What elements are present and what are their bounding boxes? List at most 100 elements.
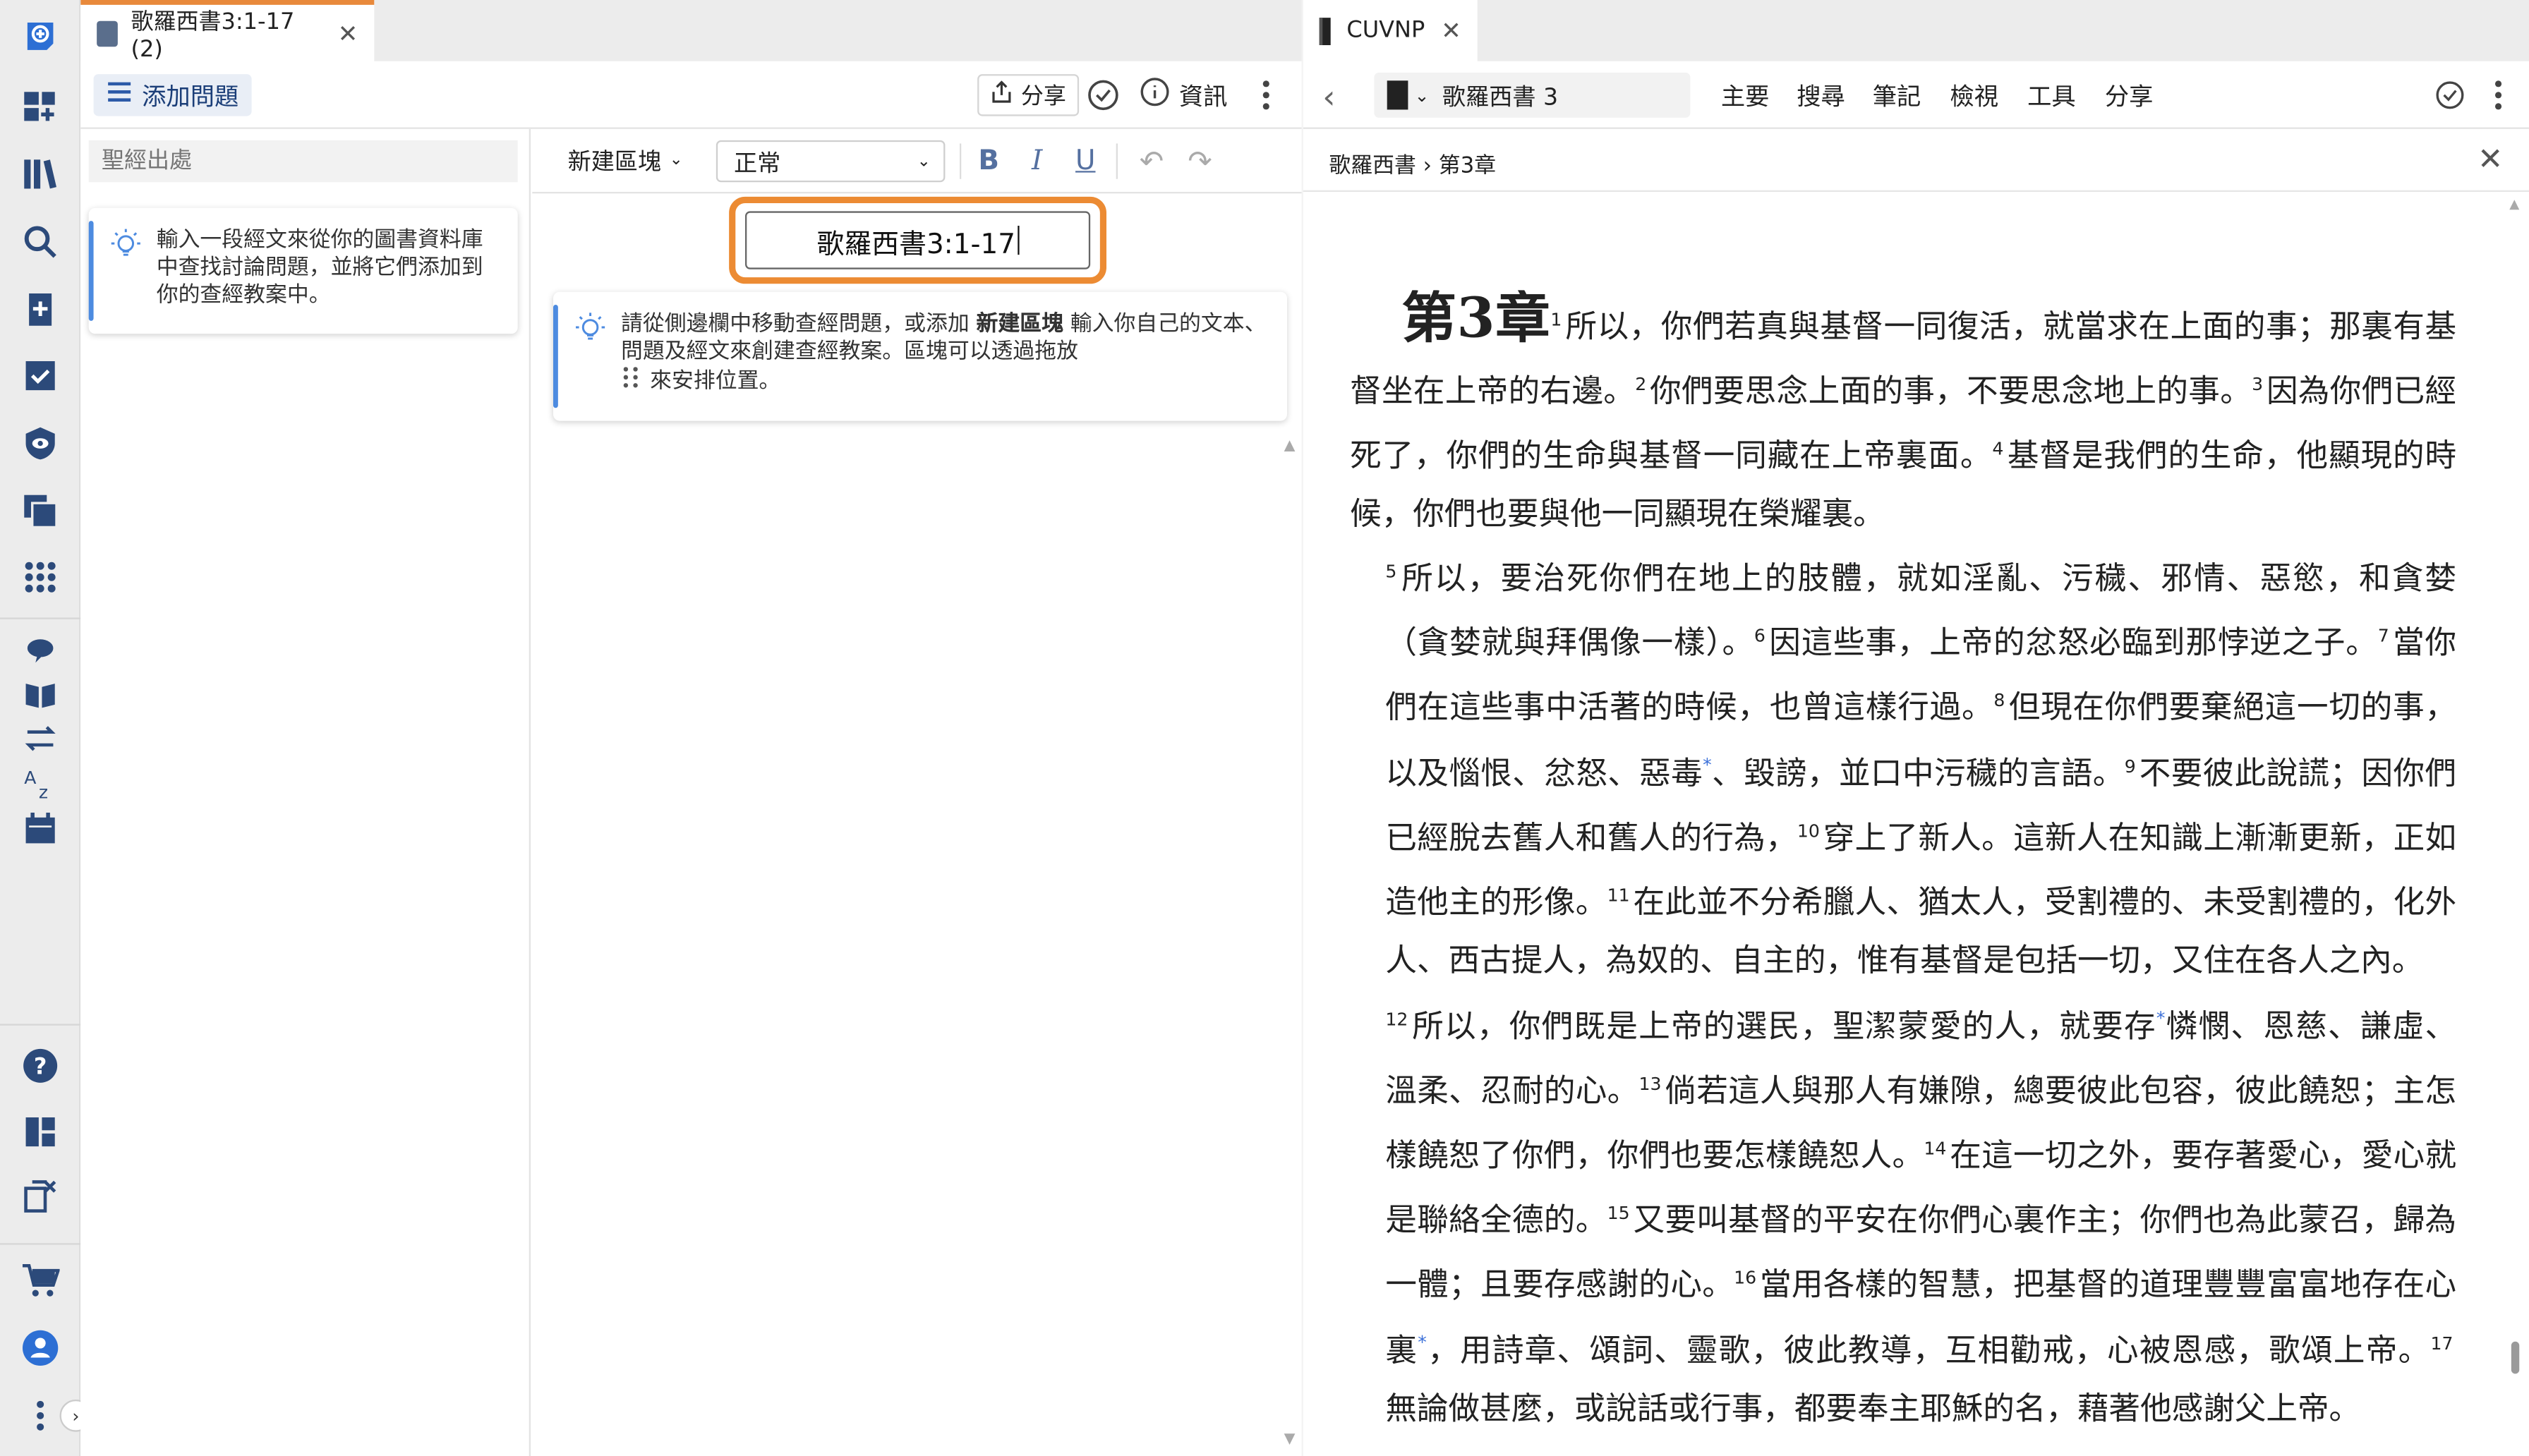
paragraph-style-select[interactable]: 正常 ⌄ (716, 140, 946, 183)
paragraph: 第3章1 所以，你們若真與基督一同復活，就當求在上面的事；那裏有基督坐在上帝的右邊… (1350, 290, 2456, 543)
scrollbar-thumb[interactable] (2511, 1341, 2520, 1374)
verse-number[interactable]: 15 (1607, 1203, 1630, 1224)
editor-tip-card: 請從側邊欄中移動查經問題，或添加 新建區塊 輸入你自己的文本、問題及經文來創建查… (553, 291, 1287, 421)
bold-button[interactable]: B (971, 142, 1006, 181)
resource-selector[interactable]: ⌄ 歌羅西書 3 (1374, 72, 1691, 118)
help-icon[interactable]: ? (19, 1045, 61, 1086)
chevron-down-icon: ⌄ (1414, 84, 1430, 106)
verse-number[interactable]: 11 (1607, 885, 1630, 906)
cart-icon[interactable] (19, 1259, 61, 1301)
tab-study-guide[interactable]: 歌羅西書3:1-17 (2) ✕ (80, 0, 375, 62)
swap-icon[interactable] (19, 717, 61, 759)
bible-book-icon (1319, 16, 1331, 44)
menu-main[interactable]: 主要 (1721, 79, 1770, 113)
new-block-dropdown[interactable]: 新建區塊 ⌄ (568, 143, 683, 177)
scroll-up-icon[interactable]: ▲ (1284, 439, 1296, 455)
verse-number[interactable]: 2 (1635, 374, 1646, 395)
more-vertical-icon[interactable] (1252, 78, 1281, 113)
verse-text: 你們要思念上面的事，不要思念地上的事。 (1649, 372, 2252, 410)
scripture-reference-input[interactable] (88, 140, 518, 183)
verse-number[interactable]: 7 (2378, 626, 2389, 647)
sidebar-tip-card: 輸入一段經文來從你的圖書資料庫中查找討論問題，並將它們添加到你的查經教案中。 (88, 207, 518, 334)
menu-tools[interactable]: 工具 (2027, 79, 2076, 113)
verse-number[interactable]: 1 (1550, 310, 1562, 331)
verse-text: 無論做甚麼，或說話或行事，都要奉主耶穌的名，藉著他感謝父上帝。 (1385, 1390, 2361, 1427)
italic-button[interactable]: I (1020, 142, 1055, 181)
menu-search[interactable]: 搜尋 (1797, 79, 1845, 113)
format-toolbar: 新建區塊 ⌄ 正常 ⌄ B I U ↶ ↷ (532, 129, 1302, 194)
search-icon[interactable] (19, 221, 61, 262)
close-icon[interactable]: ✕ (338, 18, 358, 47)
more-icon[interactable] (19, 1395, 61, 1436)
check-circle-icon[interactable] (2432, 78, 2468, 113)
calendar-icon[interactable] (19, 808, 61, 849)
verse-text: 所以，你們既是上帝的選民，聖潔蒙愛的人，就要存 (1411, 1007, 2156, 1045)
text-caret (1017, 225, 1019, 255)
comment-icon[interactable] (19, 631, 61, 672)
checklist-icon[interactable] (19, 355, 61, 396)
share-button[interactable]: 分享 (977, 74, 1080, 116)
dashboard-add-icon[interactable] (19, 85, 61, 127)
tab-study-guide-label: 歌羅西書3:1-17 (2) (131, 8, 295, 62)
verse-number[interactable]: 12 (1385, 1009, 1408, 1031)
copy-icon[interactable] (19, 490, 61, 532)
apps-icon[interactable] (19, 557, 61, 598)
svg-text:z: z (39, 782, 48, 802)
layout-icon[interactable] (19, 1111, 61, 1153)
verse-number[interactable]: 3 (2252, 374, 2263, 395)
share-icon (990, 80, 1013, 109)
verse-number[interactable]: 14 (1924, 1139, 1946, 1160)
bible-text: 第3章1 所以，你們若真與基督一同復活，就當求在上面的事；那裏有基督坐在上帝的右邊… (1350, 290, 2456, 1451)
info-button[interactable]: 資訊 (1139, 74, 1227, 116)
bible-toolbar: ‹ ⌄ 歌羅西書 3 主要 搜尋 筆記 檢視 工具 分享 (1303, 61, 2529, 129)
verse-number[interactable]: 9 (2125, 756, 2136, 777)
more-vertical-icon[interactable] (2484, 78, 2513, 113)
editor-tip-part3: 來安排位置。 (650, 368, 781, 394)
scroll-down-icon[interactable]: ▼ (1284, 1432, 1296, 1448)
redo-icon[interactable]: ↷ (1181, 142, 1219, 181)
undo-icon[interactable]: ↶ (1133, 142, 1171, 181)
verse-number[interactable]: 10 (1797, 820, 1820, 842)
study-guide-pane: 歌羅西書3:1-17 (2) ✕ 添加問題 分享 資訊 聖經出處 輸入一段經文來… (80, 0, 1302, 1456)
verse-number[interactable]: 17 (2431, 1333, 2453, 1354)
close-icon[interactable]: ✕ (2477, 142, 2503, 177)
menu-share[interactable]: 分享 (2105, 79, 2154, 113)
underline-button[interactable]: U (1068, 142, 1103, 181)
bible-book-icon (1387, 80, 1408, 110)
back-arrow-icon[interactable]: ‹ (1322, 78, 1351, 116)
new-block-label: 新建區塊 (567, 150, 662, 176)
app-window: Az ? › 歌羅西書3:1-17 (2) ✕ 添加問題 分享 資訊 聖經出處 … (0, 0, 2529, 1456)
resource-reference: 歌羅西書 3 (1442, 84, 1559, 111)
add-note-icon[interactable] (19, 16, 61, 58)
svg-text:?: ? (34, 1052, 47, 1079)
breadcrumb[interactable]: 歌羅西書 › 第3章 (1329, 147, 1496, 179)
footnote-marker[interactable]: * (1703, 755, 1712, 776)
library-icon[interactable] (19, 153, 61, 195)
verse-number[interactable]: 13 (1638, 1074, 1661, 1095)
check-circle-icon[interactable] (1084, 75, 1123, 114)
scroll-up-icon[interactable]: ▲ (2509, 197, 2519, 212)
tab-cuvnp[interactable]: CUVNP ✕ (1303, 0, 1478, 61)
footnote-marker[interactable]: * (1418, 1332, 1427, 1353)
add-doc-icon[interactable] (19, 289, 61, 330)
left-tab-strip: 歌羅西書3:1-17 (2) ✕ (80, 0, 1302, 62)
bible-pane: CUVNP ✕ ‹ ⌄ 歌羅西書 3 主要 搜尋 筆記 檢視 工具 分享 歌羅西… (1303, 0, 2529, 1456)
menu-view[interactable]: 檢視 (1950, 79, 1998, 113)
menu-notes[interactable]: 筆記 (1873, 79, 1921, 113)
sidebar-tip-text: 輸入一段經文來從你的圖書資料庫中查找討論問題，並將它們添加到你的查經教案中。 (156, 227, 483, 308)
document-icon (97, 20, 119, 47)
close-panel-icon[interactable] (19, 1175, 61, 1217)
verse-number[interactable]: 5 (1385, 561, 1396, 582)
book-open-icon[interactable] (19, 674, 61, 715)
eye-shield-icon[interactable] (19, 423, 61, 464)
add-question-button[interactable]: 添加問題 (93, 74, 252, 116)
account-icon[interactable] (19, 1327, 61, 1369)
verse-number[interactable]: 4 (1992, 439, 2003, 460)
guide-title-input[interactable]: 歌羅西書3:1-17 (744, 211, 1091, 269)
study-guide-editor: 新建區塊 ⌄ 正常 ⌄ B I U ↶ ↷ 歌羅西書3:1-17 請從側邊欄中移… (532, 128, 1302, 1456)
verse-number[interactable]: 6 (1754, 626, 1766, 647)
verse-number[interactable]: 16 (1734, 1268, 1756, 1289)
sort-az-icon[interactable]: Az (19, 763, 61, 804)
close-icon[interactable]: ✕ (1441, 16, 1461, 45)
verse-number[interactable]: 8 (1993, 690, 2005, 711)
